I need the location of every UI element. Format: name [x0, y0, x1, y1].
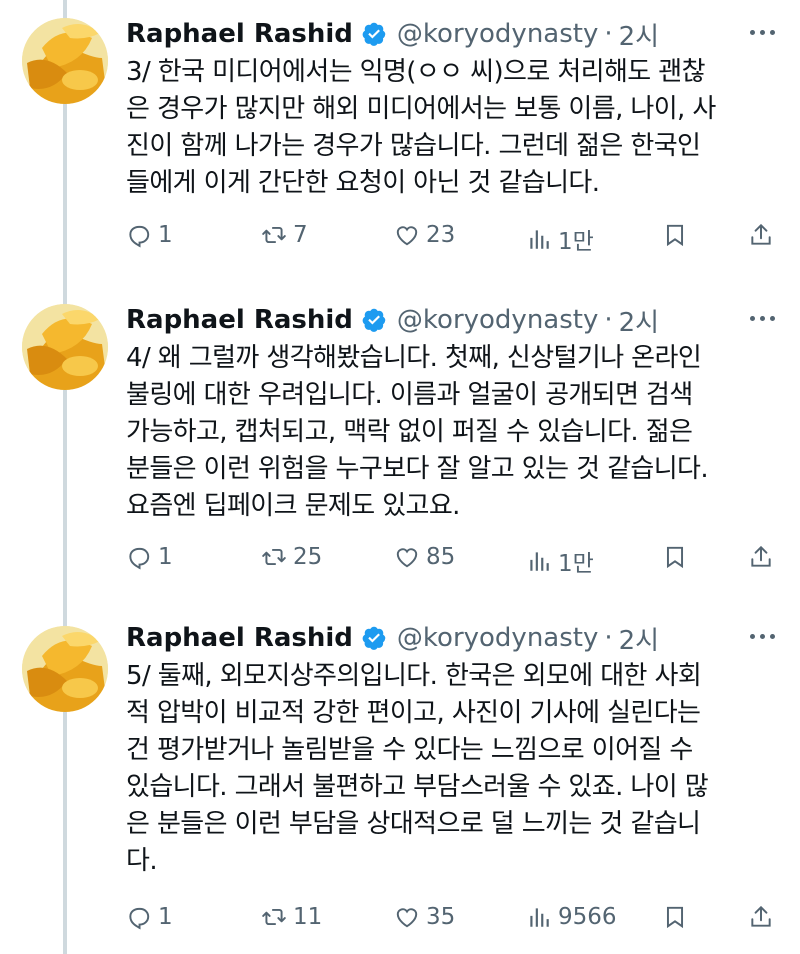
author-name[interactable]: Raphael Rashid: [126, 623, 353, 653]
avatar[interactable]: [22, 304, 108, 390]
retweet-icon: [262, 548, 286, 566]
views-count: 1만: [558, 229, 594, 255]
retweet-count: 7: [293, 222, 308, 248]
separator-dot: ·: [604, 623, 613, 653]
verified-badge-icon: [361, 21, 387, 47]
share-button[interactable]: [748, 222, 774, 248]
bookmark-button[interactable]: [662, 544, 688, 570]
tweet-text-line: 5/ 둘째, 외모지상주의입니다. 한국은 외모에 대한 사회: [126, 661, 702, 691]
tweet-text-line: 3/ 한국 미디어에서는 익명(ㅇㅇ 씨)으로 처리해도 괜찮: [126, 57, 706, 87]
bookmark-icon: [666, 546, 684, 569]
avatar[interactable]: [22, 626, 108, 712]
retweet-button[interactable]: 7: [261, 222, 308, 248]
share-icon: [751, 223, 771, 245]
tweet-actions: 1 25 85 1만: [126, 544, 786, 580]
tweet-text: 3/ 한국 미디어에서는 익명(ㅇㅇ 씨)으로 처리해도 괜찮 은 경우가 많지…: [126, 54, 786, 202]
tweet-text-line: 다.: [126, 846, 158, 876]
avatar-image: [22, 626, 108, 712]
tweet-time[interactable]: 2시: [619, 302, 659, 339]
tweet-actions: 1 11 35 9566: [126, 904, 786, 940]
bookmark-icon: [666, 224, 684, 247]
tweet-header: Raphael Rashid @koryodynasty · 2시: [126, 300, 659, 340]
tweet-text-line: 진이 함께 나가는 경우가 많습니다. 그런데 젊은 한국인: [126, 131, 701, 161]
views-button[interactable]: 1만: [526, 544, 594, 578]
reply-button[interactable]: 1: [126, 222, 173, 248]
tweet-text-line: 건 평가받거나 놀림받을 수 있다는 느낌으로 이어질 수: [126, 735, 693, 765]
like-icon: [396, 226, 418, 246]
more-icon[interactable]: [750, 30, 776, 38]
tweet-text-line: 4/ 왜 그럴까 생각해봤습니다. 첫째, 신상털기나 온라인: [126, 343, 702, 373]
bookmark-button[interactable]: [662, 222, 688, 248]
bookmark-button[interactable]: [662, 904, 688, 930]
views-icon: [530, 230, 549, 249]
verified-badge-icon: [361, 307, 387, 333]
tweet-text-line: 적 압박이 비교적 강한 편이고, 사진이 기사에 실린다는: [126, 698, 701, 728]
views-button[interactable]: 1만: [526, 222, 594, 256]
reply-count: 1: [158, 904, 173, 930]
tweet-text-line: 가능하고, 캡처되고, 맥락 없이 퍼질 수 있습니다. 젊은: [126, 417, 693, 447]
reply-count: 1: [158, 222, 173, 248]
author-handle[interactable]: @koryodynasty: [397, 19, 598, 49]
tweet-3[interactable]: Raphael Rashid @koryodynasty · 2시 3/ 한국 …: [0, 0, 800, 292]
views-button[interactable]: 9566: [526, 904, 617, 930]
tweet-actions: 1 7 23 1만: [126, 222, 786, 258]
avatar-image: [22, 18, 108, 104]
tweet-text-line: 불링에 대한 우려입니다. 이름과 얼굴이 공개되면 검색: [126, 380, 693, 410]
tweet-header: Raphael Rashid @koryodynasty · 2시: [126, 14, 659, 54]
author-handle[interactable]: @koryodynasty: [397, 623, 598, 653]
avatar-image: [22, 304, 108, 390]
retweet-icon: [262, 226, 286, 244]
like-button[interactable]: 35: [394, 904, 455, 930]
like-count: 35: [426, 904, 456, 930]
author-handle[interactable]: @koryodynasty: [397, 305, 598, 335]
tweet-text-line: 은 경우가 많지만 해외 미디어에서는 보통 이름, 나이, 사: [126, 94, 716, 124]
separator-dot: ·: [604, 305, 613, 335]
share-button[interactable]: [748, 544, 774, 570]
share-icon: [751, 905, 771, 927]
retweet-button[interactable]: 25: [261, 544, 322, 570]
tweet-text-line: 요즘엔 딥페이크 문제도 있고요.: [126, 491, 460, 521]
tweet-time[interactable]: 2시: [619, 16, 659, 53]
reply-count: 1: [158, 544, 173, 570]
reply-icon: [129, 547, 150, 570]
retweet-button[interactable]: 11: [261, 904, 322, 930]
tweet-text: 5/ 둘째, 외모지상주의입니다. 한국은 외모에 대한 사회 적 압박이 비교…: [126, 658, 786, 880]
tweet-text-line: 있습니다. 그래서 불편하고 부담스러울 수 있죠. 나이 많: [126, 772, 709, 802]
author-name[interactable]: Raphael Rashid: [126, 305, 353, 335]
tweet-text-line: 들에게 이게 간단한 요청이 아닌 것 같습니다.: [126, 168, 600, 198]
avatar[interactable]: [22, 18, 108, 104]
tweet-text-line: 분들은 이런 위험을 누구보다 잘 알고 있는 것 같습니다.: [126, 454, 709, 484]
reply-button[interactable]: 1: [126, 544, 173, 570]
tweet-5[interactable]: Raphael Rashid @koryodynasty · 2시 5/ 둘째,…: [0, 612, 800, 954]
reply-icon: [129, 907, 150, 930]
like-count: 23: [426, 222, 456, 248]
more-icon[interactable]: [750, 316, 776, 324]
tweet-text-line: 은 분들은 이런 부담을 상대적으로 덜 느끼는 것 같습니: [126, 809, 701, 839]
tweet-4[interactable]: Raphael Rashid @koryodynasty · 2시 4/ 왜 그…: [0, 290, 800, 612]
bookmark-icon: [666, 906, 684, 929]
retweet-icon: [262, 908, 286, 926]
tweet-header: Raphael Rashid @koryodynasty · 2시: [126, 618, 659, 658]
views-icon: [530, 552, 549, 571]
separator-dot: ·: [604, 19, 613, 49]
author-name[interactable]: Raphael Rashid: [126, 19, 353, 49]
like-button[interactable]: 23: [394, 222, 455, 248]
like-icon: [396, 548, 418, 568]
verified-badge-icon: [361, 625, 387, 651]
reply-button[interactable]: 1: [126, 904, 173, 930]
share-button[interactable]: [748, 904, 774, 930]
tweet-text: 4/ 왜 그럴까 생각해봤습니다. 첫째, 신상털기나 온라인 불링에 대한 우…: [126, 340, 786, 525]
tweet-time[interactable]: 2시: [619, 620, 659, 657]
more-icon[interactable]: [750, 634, 776, 642]
retweet-count: 25: [293, 544, 323, 570]
views-count: 9566: [558, 904, 617, 930]
like-icon: [396, 908, 418, 928]
like-count: 85: [426, 544, 456, 570]
retweet-count: 11: [293, 904, 323, 930]
reply-icon: [129, 225, 150, 248]
views-count: 1만: [558, 551, 594, 577]
views-icon: [530, 908, 549, 927]
like-button[interactable]: 85: [394, 544, 455, 570]
share-icon: [751, 545, 771, 567]
